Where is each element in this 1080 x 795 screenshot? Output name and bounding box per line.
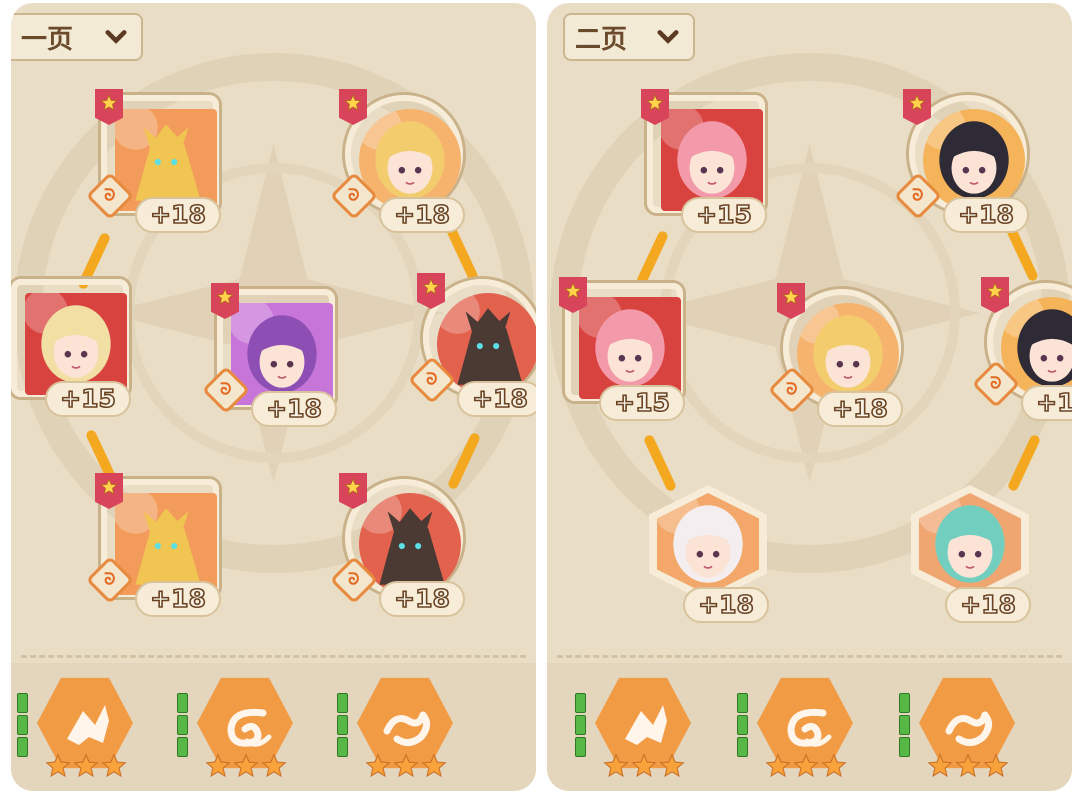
star-badge-icon (211, 283, 239, 319)
star-icon (793, 753, 819, 778)
skill-slot-3[interactable] (331, 675, 471, 785)
skill-stars (765, 753, 847, 779)
energy-bar (575, 693, 586, 757)
star-icon (659, 753, 685, 778)
section-divider (557, 655, 1062, 658)
energy-segment (575, 693, 586, 713)
skill-slot-1[interactable] (11, 675, 151, 785)
hero-level-badge: +18 (135, 581, 221, 617)
energy-segment (737, 693, 748, 713)
star-badge-icon (95, 89, 123, 125)
star-icon (365, 753, 391, 778)
chevron-down-icon (105, 30, 127, 44)
hero-level-badge: +15 (599, 385, 685, 421)
star-icon (101, 753, 127, 778)
energy-segment (337, 715, 348, 735)
star-icon (631, 753, 657, 778)
star-badge-icon (339, 89, 367, 125)
star-badge-icon (339, 473, 367, 509)
star-icon (73, 753, 99, 778)
star-icon (927, 753, 953, 778)
hero-portrait (661, 109, 763, 211)
formation-panel-page-2: 二页 +15 ᘐ+18 +15 ᘐ+18 ᘐ+18 +18 +18 (547, 3, 1072, 791)
hero-portrait (25, 293, 127, 395)
hero-portrait (919, 493, 1021, 595)
page-dropdown[interactable]: 一页 (11, 13, 143, 61)
energy-bar (737, 693, 748, 757)
energy-segment (899, 693, 910, 713)
energy-segment (575, 715, 586, 735)
hero-level-badge: +18 (251, 391, 337, 427)
energy-segment (899, 715, 910, 735)
chevron-down-icon (657, 30, 679, 44)
skill-stars (365, 753, 447, 779)
energy-segment (899, 737, 910, 757)
skill-stars (927, 753, 1009, 779)
star-badge-icon (559, 277, 587, 313)
energy-segment (337, 737, 348, 757)
energy-bar (177, 693, 188, 757)
hero-level-badge: +18 (457, 381, 536, 417)
hero-level-badge: +15 (45, 381, 131, 417)
star-badge-icon (903, 89, 931, 125)
hero-level-badge: +18 (945, 587, 1031, 623)
energy-segment (737, 715, 748, 735)
hero-level-badge: +18 (379, 197, 465, 233)
star-icon (983, 753, 1009, 778)
hero-level-badge: +18 (817, 391, 903, 427)
skill-stars (603, 753, 685, 779)
hero-frame (11, 279, 129, 397)
star-icon (603, 753, 629, 778)
star-icon (955, 753, 981, 778)
star-badge-icon (95, 473, 123, 509)
star-badge-icon (641, 89, 669, 125)
hero-level-badge: +15 (681, 197, 767, 233)
energy-segment (17, 737, 28, 757)
star-badge-icon (981, 277, 1009, 313)
skill-slot-1[interactable] (569, 675, 709, 785)
star-badge-icon (777, 283, 805, 319)
energy-segment (337, 693, 348, 713)
skill-slot-3[interactable] (893, 675, 1033, 785)
hero-level-badge: +18 (379, 581, 465, 617)
star-icon (821, 753, 847, 778)
skill-stars (205, 753, 287, 779)
star-badge-icon (417, 273, 445, 309)
page-dropdown-label: 二页 (575, 24, 628, 55)
energy-segment (575, 737, 586, 757)
energy-segment (177, 693, 188, 713)
energy-segment (177, 715, 188, 735)
skill-slot-2[interactable] (731, 675, 871, 785)
energy-bar (17, 693, 28, 757)
section-divider (21, 655, 526, 658)
star-icon (233, 753, 259, 778)
skill-stars (45, 753, 127, 779)
energy-segment (177, 737, 188, 757)
star-icon (205, 753, 231, 778)
hero-level-badge: +18 (135, 197, 221, 233)
hero-level-badge: +18 (1021, 385, 1072, 421)
skill-slot-2[interactable] (171, 675, 311, 785)
hero-level-badge: +18 (683, 587, 769, 623)
star-icon (421, 753, 447, 778)
hero-portrait (579, 297, 681, 399)
energy-segment (17, 693, 28, 713)
hero-level-badge: +18 (943, 197, 1029, 233)
page-dropdown-label: 一页 (21, 24, 74, 55)
hero-portrait (657, 493, 759, 595)
energy-segment (17, 715, 28, 735)
star-icon (393, 753, 419, 778)
star-icon (45, 753, 71, 778)
page-dropdown[interactable]: 二页 (563, 13, 695, 61)
star-icon (261, 753, 287, 778)
energy-bar (899, 693, 910, 757)
formation-panel-page-1: 一页 ᘐ +18 ᘐ +18 +15 ᘐ +18 ᘐ +18 ᘐ +18 ᘐ +18 (11, 3, 536, 791)
star-icon (765, 753, 791, 778)
energy-bar (337, 693, 348, 757)
energy-segment (737, 737, 748, 757)
